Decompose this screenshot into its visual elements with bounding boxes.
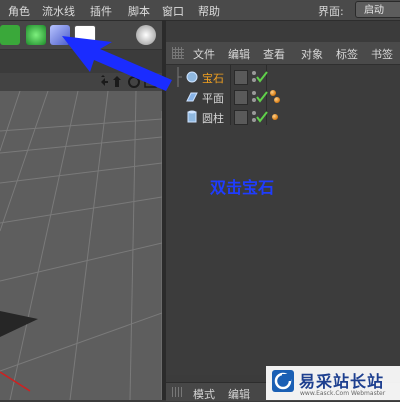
watermark-title: 易采站长站 bbox=[299, 372, 385, 391]
watermark: 易采站长站 www.Easck.Com Webmaster bbox=[266, 366, 400, 400]
annotation-text: 双击宝石 bbox=[210, 178, 275, 197]
grip-icon[interactable] bbox=[172, 387, 184, 397]
site-logo-icon bbox=[272, 370, 294, 392]
watermark-url: www.Easck.Com Webmaster bbox=[300, 390, 386, 397]
pointer-arrow-icon bbox=[62, 36, 172, 91]
